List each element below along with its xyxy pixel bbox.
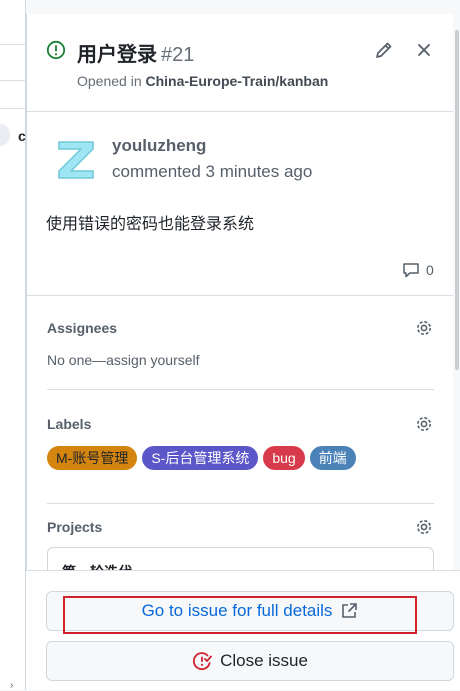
label-list: M-账号管理 S-后台管理系统 bug 前端 <box>47 446 356 470</box>
gear-icon[interactable] <box>414 414 434 434</box>
pencil-icon <box>376 42 392 58</box>
panel-footer: Go to issue for full details Close issue <box>26 570 460 690</box>
comment-time: commented 3 minutes ago <box>112 162 313 181</box>
divider <box>0 80 26 81</box>
close-icon <box>418 44 430 56</box>
opened-in-text: Opened in China-Europe-Train/kanban <box>77 73 328 89</box>
background-page: c › <box>0 0 26 691</box>
divider <box>0 44 26 45</box>
comment-icon <box>403 263 419 278</box>
issue-title: 用户登录 #21 <box>77 38 194 67</box>
comment-author[interactable]: youluzheng <box>112 136 206 156</box>
panel-header: 用户登录 #21 Opened in China-Europe-Train/kan… <box>27 14 453 112</box>
background-text-fragment: c <box>18 128 26 144</box>
gear-icon[interactable] <box>414 318 434 338</box>
comment-count: 0 <box>426 262 434 278</box>
close-panel-button[interactable] <box>410 36 438 64</box>
label-pill[interactable]: bug <box>263 446 305 470</box>
repo-link[interactable]: China-Europe-Train/kanban <box>146 73 329 89</box>
close-issue-button[interactable]: Close issue <box>46 641 454 681</box>
edit-button[interactable] <box>370 36 398 64</box>
opened-prefix: Opened in <box>77 73 146 89</box>
issue-title-text: 用户登录 <box>77 44 157 66</box>
labels-title: Labels <box>47 416 92 432</box>
gear-icon[interactable] <box>414 517 434 537</box>
label-pill[interactable]: S-后台管理系统 <box>142 446 259 470</box>
label-pill[interactable]: M-账号管理 <box>47 446 138 470</box>
go-to-issue-button[interactable]: Go to issue for full details <box>46 591 454 634</box>
comment-body: 使用错误的密码也能登录系统 <box>46 216 255 233</box>
projects-title: Projects <box>47 519 103 535</box>
divider <box>0 108 26 109</box>
issue-opened-icon <box>46 40 66 60</box>
labels-section: Labels M-账号管理 S-后台管理系统 bug 前端 <box>47 416 434 504</box>
assignees-section: Assignees No one—assign yourself <box>47 320 434 390</box>
background-pill <box>0 124 10 146</box>
highlight-box <box>63 596 417 634</box>
scrollbar[interactable] <box>455 30 459 370</box>
assign-yourself-link[interactable]: No one—assign yourself <box>47 352 200 368</box>
issue-closed-icon <box>192 652 212 670</box>
assignees-title: Assignees <box>47 320 118 336</box>
close-issue-label: Close issue <box>220 651 308 670</box>
label-pill[interactable]: 前端 <box>309 446 356 470</box>
chevron-right-icon: › <box>10 680 14 691</box>
issue-comment: youluzheng commented 3 minutes ago 使用错误的… <box>27 112 453 296</box>
issue-number: #21 <box>161 44 195 66</box>
avatar[interactable] <box>53 136 99 182</box>
comment-count-button[interactable]: 0 <box>402 262 434 278</box>
